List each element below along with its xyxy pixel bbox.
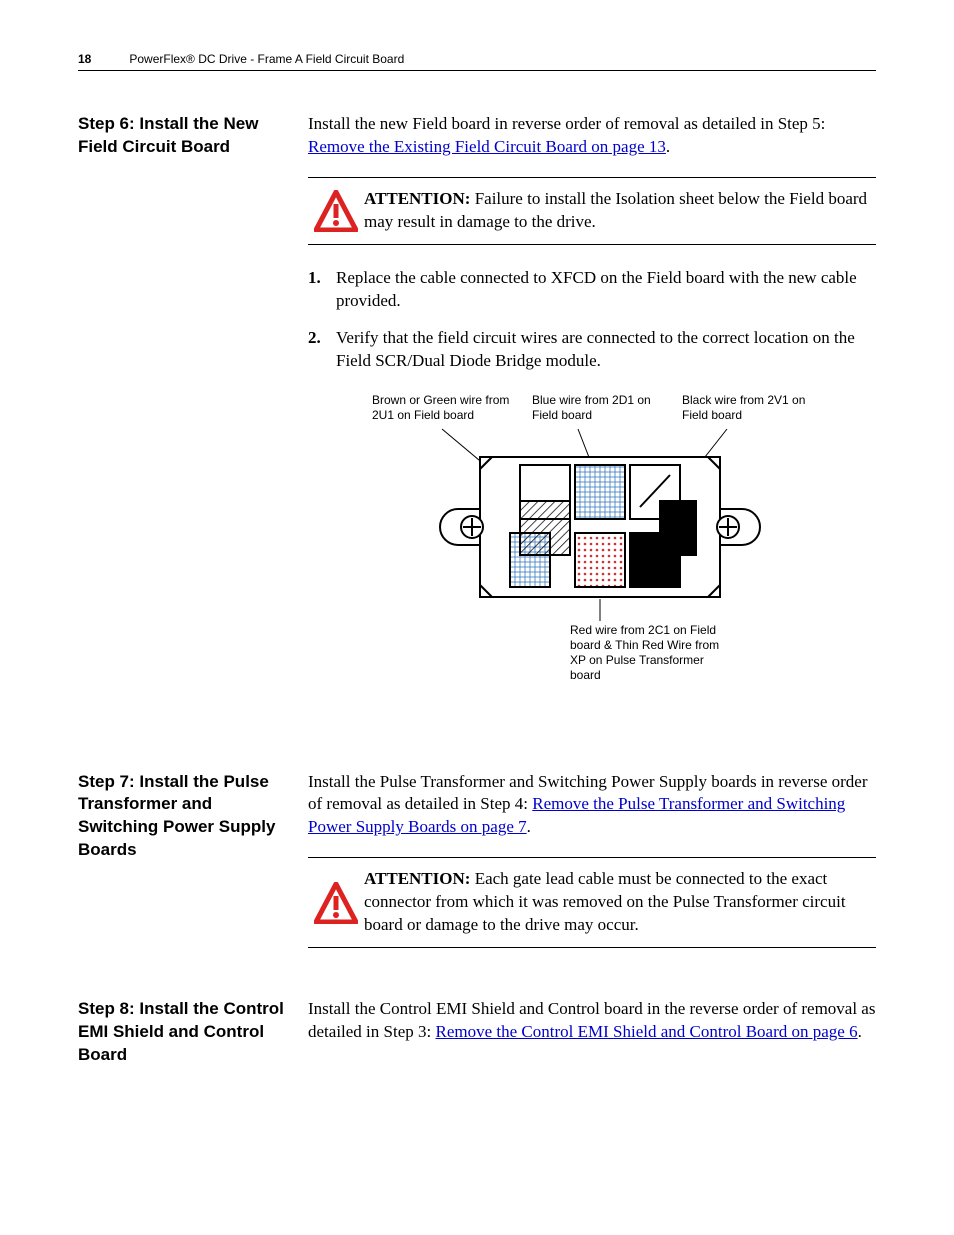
step6-list: 1.Replace the cable connected to XFCD on… <box>308 267 876 373</box>
step7-attention: ATTENTION: Each gate lead cable must be … <box>308 857 876 948</box>
doc-title: PowerFlex® DC Drive - Frame A Field Circ… <box>129 52 404 66</box>
item-text: Verify that the field circuit wires are … <box>336 327 876 373</box>
step8-heading: Step 8: Install the Control EMI Shield a… <box>78 998 308 1067</box>
step6-item-1: 1.Replace the cable connected to XFCD on… <box>308 267 876 313</box>
warning-icon <box>308 188 364 234</box>
step6-attention: ATTENTION: Failure to install the Isolat… <box>308 177 876 245</box>
step6-intro: Install the new Field board in reverse o… <box>308 113 876 159</box>
step6-heading: Step 6: Install the New Field Circuit Bo… <box>78 113 308 159</box>
step8-section: Step 8: Install the Control EMI Shield a… <box>78 998 876 1067</box>
step7-section: Step 7: Install the Pulse Transformer an… <box>78 771 876 971</box>
wiring-diagram-wrap: Brown or Green wire from 2U1 on Field bo… <box>308 393 876 713</box>
item-text: Replace the cable connected to XFCD on t… <box>336 267 876 313</box>
step6-item-2: 2.Verify that the field circuit wires ar… <box>308 327 876 373</box>
diagram-label-brown: Brown or Green wire from 2U1 on Field bo… <box>372 393 512 423</box>
wiring-diagram: Brown or Green wire from 2U1 on Field bo… <box>372 393 812 713</box>
warning-icon <box>308 868 364 937</box>
step7-intro-post: . <box>527 817 531 836</box>
attention-label: ATTENTION: <box>364 189 470 208</box>
step6-intro-pre: Install the new Field board in reverse o… <box>308 114 825 133</box>
step8-intro-post: . <box>858 1022 862 1041</box>
item-number: 1. <box>308 267 336 313</box>
step6-intro-link[interactable]: Remove the Existing Field Circuit Board … <box>308 137 666 156</box>
step6-attention-text: ATTENTION: Failure to install the Isolat… <box>364 188 870 234</box>
step8-intro-link[interactable]: Remove the Control EMI Shield and Contro… <box>435 1022 857 1041</box>
attention-label: ATTENTION: <box>364 869 470 888</box>
step7-attention-text: ATTENTION: Each gate lead cable must be … <box>364 868 870 937</box>
step7-body: Install the Pulse Transformer and Switch… <box>308 771 876 971</box>
diagram-label-blue: Blue wire from 2D1 on Field board <box>532 393 652 423</box>
page-header: 18 PowerFlex® DC Drive - Frame A Field C… <box>78 52 876 71</box>
diagram-label-red: Red wire from 2C1 on Field board & Thin … <box>570 623 720 683</box>
step6-section: Step 6: Install the New Field Circuit Bo… <box>78 113 876 743</box>
step6-intro-post: . <box>666 137 670 156</box>
diagram-label-black: Black wire from 2V1 on Field board <box>682 393 812 423</box>
step7-intro: Install the Pulse Transformer and Switch… <box>308 771 876 840</box>
step7-heading: Step 7: Install the Pulse Transformer an… <box>78 771 308 863</box>
page-number: 18 <box>78 52 91 66</box>
step6-body: Install the new Field board in reverse o… <box>308 113 876 743</box>
item-number: 2. <box>308 327 336 373</box>
step8-body: Install the Control EMI Shield and Contr… <box>308 998 876 1044</box>
step8-intro: Install the Control EMI Shield and Contr… <box>308 998 876 1044</box>
